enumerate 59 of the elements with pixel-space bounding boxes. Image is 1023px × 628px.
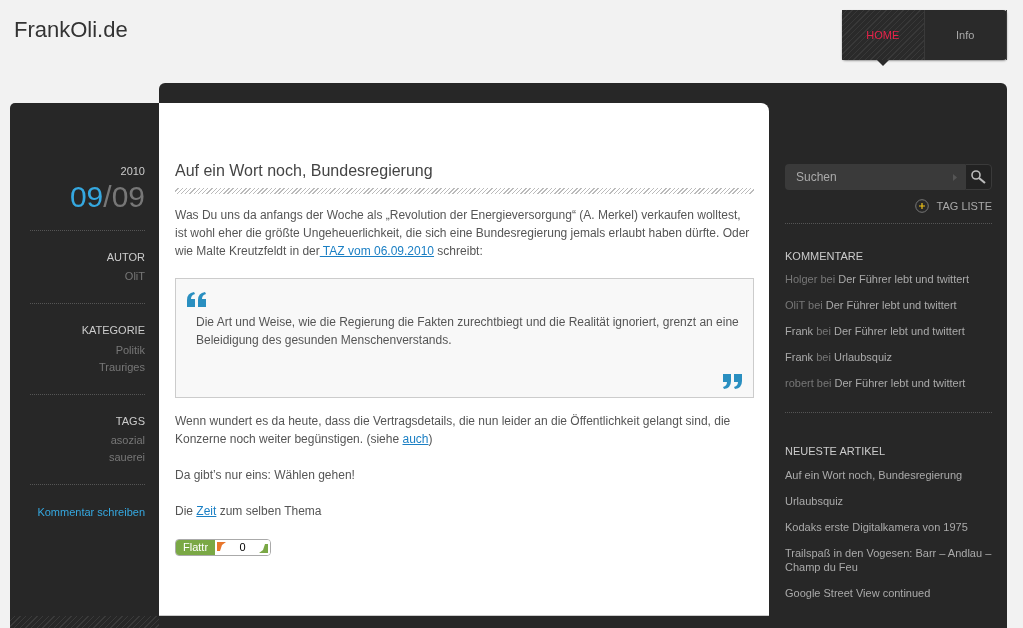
article-link[interactable]: Trailspaß in den Vogesen: Barr – Andlau – Champ du Feu: [785, 545, 992, 574]
flattr-count: 0: [239, 541, 246, 554]
comment-author: Holger: [785, 273, 818, 285]
search-button[interactable]: [965, 164, 992, 190]
meta-link[interactable]: sauerei: [108, 451, 145, 463]
paragraph: Die Zeit zum selben Thema: [175, 503, 323, 521]
meta-heading: TAGS: [114, 413, 145, 429]
inline-link[interactable]: Zeit: [196, 504, 217, 519]
corner-flag-icon: [259, 544, 269, 554]
inline-link[interactable]: TAZ vom 06.09.2010: [319, 244, 435, 259]
meta-link[interactable]: OliT: [124, 270, 145, 282]
comment-joiner: bei: [816, 351, 831, 363]
quote-text: Die Art und Weise, wie die Regierung die Fakten zurechtbiegt und die Realität ignoriert, grenzt an eine Beleidigung des gesunden Menschenverstands.: [196, 314, 740, 350]
post-title: Auf ein Wort noch, Bundesregierung: [175, 161, 434, 181]
comment-joiner: bei: [816, 325, 831, 337]
meta-link[interactable]: Trauriges: [98, 360, 145, 373]
comment-joiner: bei: [816, 377, 832, 389]
post-year: 2010: [119, 164, 145, 179]
article-link[interactable]: Kodaks erste Digitalkamera von 1975: [785, 519, 992, 534]
search-field[interactable]: Suchen: [785, 164, 953, 190]
comment-post-link[interactable]: Der Führer lebt und twittert: [834, 377, 966, 389]
plus-icon: [914, 199, 929, 214]
article-link[interactable]: Auf ein Wort noch, Bundesregierung: [785, 467, 992, 482]
meta-link[interactable]: Politik: [115, 343, 145, 356]
comment-post-link[interactable]: Der Führer lebt und twittert: [833, 325, 965, 337]
section-heading: KOMMENTARE: [785, 248, 865, 264]
comment-author[interactable]: Frank: [785, 325, 814, 337]
comment-joiner: bei: [808, 299, 823, 311]
comment-post-link[interactable]: Urlaubsquiz: [833, 351, 893, 363]
post-month: 09: [69, 179, 104, 213]
inline-link[interactable]: auch: [402, 432, 429, 447]
article-link[interactable]: Google Street View continued: [785, 585, 992, 600]
paragraph: Was Du uns da anfangs der Woche als „Revolution der Energieversorgung“ (A. Merkel) verkaufen wolltest, ist wohl eher die größte Ungeheuerlichkeit, die sich eine Bundesregierung jemals erlaubt haben dürfte. Oder wie Malte Kreutzfeldt in der TAZ vom 06.09.2010 schreibt:: [175, 207, 751, 261]
meta-link[interactable]: asozial: [110, 434, 145, 446]
comment-joiner: bei: [820, 273, 836, 285]
comment-post-link[interactable]: Der Führer lebt und twittert: [838, 273, 970, 285]
section-heading: NEUESTE ARTIKEL: [785, 444, 887, 459]
corner-flag-icon: [217, 542, 227, 552]
tab-pointer: [877, 60, 890, 66]
tag-list-link[interactable]: TAG LISTE: [936, 198, 992, 215]
meta-heading: AUTOR: [105, 249, 145, 265]
post-day: 09: [111, 179, 145, 213]
paragraph: Da gibt’s nur eins: Wählen gehen!: [175, 467, 356, 485]
close-quote-icon: [721, 373, 743, 389]
paragraph: Wenn wundert es da heute, dass die Vertragsdetails, die nun leider an die Öffentlichkeit gelangt sind, die Konzerne noch weiter begünstigen. (siehe auch): [175, 413, 732, 449]
comment-post-link[interactable]: Der Führer lebt und twittert: [825, 299, 957, 311]
comment-link[interactable]: Kommentar schreiben: [37, 506, 145, 518]
comment-author[interactable]: Frank: [785, 351, 814, 363]
open-quote-icon: [186, 291, 208, 307]
comment-author: OliT: [785, 299, 805, 311]
article-link[interactable]: Urlaubsquiz: [785, 493, 992, 508]
site-title[interactable]: FrankOli.de: [14, 13, 128, 83]
search-icon: [971, 170, 986, 184]
nav-tab[interactable]: Info: [924, 10, 1007, 60]
nav-tab[interactable]: HOME: [842, 10, 925, 60]
meta-heading: KATEGORIE: [80, 323, 145, 338]
date-separator: /: [103, 179, 112, 213]
caret-icon: [953, 164, 965, 190]
comment-author: robert: [785, 377, 814, 389]
